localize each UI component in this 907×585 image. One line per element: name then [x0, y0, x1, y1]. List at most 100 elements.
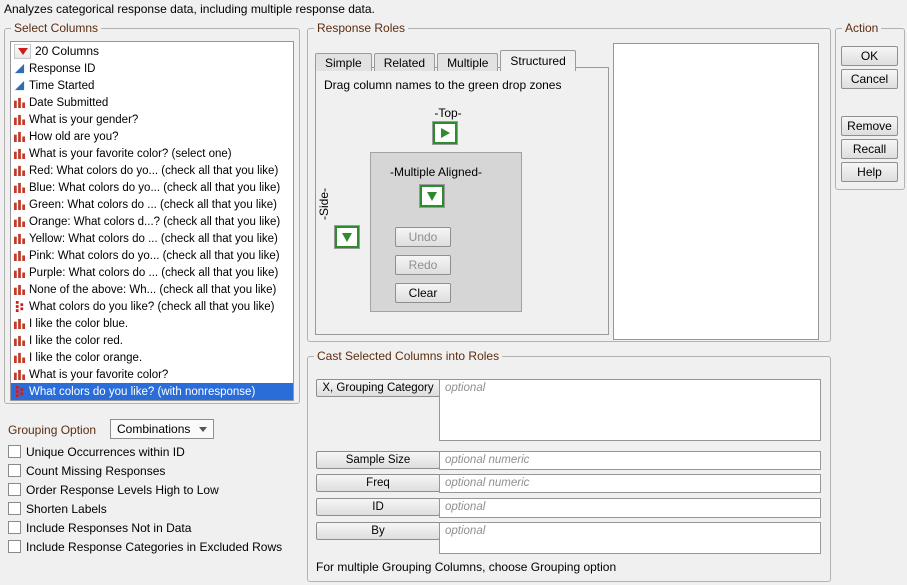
red-triangle-menu-button[interactable] [14, 44, 31, 59]
multiple-response-column-icon [14, 301, 25, 312]
checkbox-label: Count Missing Responses [26, 464, 165, 478]
checkbox[interactable] [8, 521, 21, 534]
column-item[interactable]: What colors do you like? (with nonrespon… [11, 383, 293, 400]
aligned-drop-zone[interactable] [420, 185, 444, 207]
multiple-aligned-box: -Multiple Aligned- Undo Redo Clear [370, 152, 522, 312]
response-roles-list[interactable] [613, 43, 819, 340]
column-item[interactable]: I like the color red. [11, 332, 293, 349]
continuous-column-icon [14, 80, 25, 91]
green-down-triangle-icon [342, 233, 352, 242]
column-item-label: I like the color red. [29, 335, 123, 347]
freq-button[interactable]: Freq [316, 474, 440, 492]
red-triangle-icon [18, 48, 28, 55]
column-item[interactable]: Time Started [11, 77, 293, 94]
column-item-label: I like the color blue. [29, 318, 128, 330]
checkbox-label: Unique Occurrences within ID [26, 445, 185, 459]
grouping-checkbox-row[interactable]: Count Missing Responses [8, 464, 282, 477]
checkbox[interactable] [8, 445, 21, 458]
clear-button[interactable]: Clear [395, 283, 451, 303]
column-item[interactable]: Orange: What colors d...? (check all tha… [11, 213, 293, 230]
x-grouping-category-button[interactable]: X, Grouping Category [316, 379, 440, 397]
grouping-checkbox-row[interactable]: Include Responses Not in Data [8, 521, 282, 534]
column-item[interactable]: Date Submitted [11, 94, 293, 111]
column-item-label: None of the above: Wh... (check all that… [29, 284, 276, 296]
column-item[interactable]: Response ID [11, 60, 293, 77]
grouping-option-select[interactable]: Combinations [110, 419, 214, 439]
side-drop-zone[interactable] [335, 226, 359, 248]
structured-tab-panel: Drag column names to the green drop zone… [315, 67, 609, 335]
sample-size-button[interactable]: Sample Size [316, 451, 440, 469]
column-items: Response IDTime Started Date Submitted Wha… [11, 60, 293, 400]
column-item[interactable]: What colors do you like? (check all that… [11, 298, 293, 315]
column-item-label: What is your favorite color? (select one… [29, 148, 232, 160]
grouping-checkbox-row[interactable]: Unique Occurrences within ID [8, 445, 282, 458]
cast-roles-group: Cast Selected Columns into Roles X, Grou… [307, 356, 831, 582]
x-grouping-category-box[interactable]: optional [439, 379, 821, 441]
column-item[interactable]: I like the color blue. [11, 315, 293, 332]
checkbox[interactable] [8, 502, 21, 515]
grouping-checkbox-row[interactable]: Include Response Categories in Excluded … [8, 540, 282, 553]
column-item[interactable]: Blue: What colors do yo... (check all th… [11, 179, 293, 196]
column-item[interactable]: Pink: What colors do yo... (check all th… [11, 247, 293, 264]
by-box[interactable]: optional [439, 522, 821, 554]
column-item[interactable]: Purple: What colors do ... (check all th… [11, 264, 293, 281]
response-roles-tabs: Simple Related Multiple Structured [315, 50, 578, 71]
nominal-column-icon [14, 182, 25, 193]
column-item[interactable]: What is your favorite color? [11, 366, 293, 383]
column-item-label: Red: What colors do yo... (check all tha… [29, 165, 278, 177]
remove-button[interactable]: Remove [841, 116, 898, 136]
tab-related[interactable]: Related [374, 53, 435, 71]
column-list[interactable]: 20 Columns Response IDTime Started Date S… [10, 41, 294, 401]
checkbox-label: Include Responses Not in Data [26, 521, 191, 535]
freq-box[interactable]: optional numeric [439, 474, 821, 493]
column-item[interactable]: None of the above: Wh... (check all that… [11, 281, 293, 298]
column-item-label: Green: What colors do ... (check all tha… [29, 199, 277, 211]
nominal-column-icon [14, 114, 25, 125]
checkbox[interactable] [8, 464, 21, 477]
cast-footer-note: For multiple Grouping Columns, choose Gr… [316, 560, 616, 574]
nominal-column-icon [14, 369, 25, 380]
grouping-checkboxes: Unique Occurrences within ID Count Missin… [8, 445, 282, 553]
nominal-column-icon [14, 233, 25, 244]
undo-button[interactable]: Undo [395, 227, 451, 247]
column-item[interactable]: What is your favorite color? (select one… [11, 145, 293, 162]
redo-button[interactable]: Redo [395, 255, 451, 275]
id-box[interactable]: optional [439, 498, 821, 518]
checkbox-label: Include Response Categories in Excluded … [26, 540, 282, 554]
tab-simple[interactable]: Simple [315, 53, 372, 71]
grouping-checkbox-row[interactable]: Order Response Levels High to Low [8, 483, 282, 496]
tab-multiple[interactable]: Multiple [437, 53, 498, 71]
nominal-column-icon [14, 250, 25, 261]
checkbox-label: Order Response Levels High to Low [26, 483, 219, 497]
column-item-label: What is your gender? [29, 114, 138, 126]
checkbox[interactable] [8, 540, 21, 553]
column-item-label: Date Submitted [29, 97, 108, 109]
column-item-label: Purple: What colors do ... (check all th… [29, 267, 278, 279]
recall-button[interactable]: Recall [841, 139, 898, 159]
nominal-column-icon [14, 97, 25, 108]
categorical-launch-dialog: Analyzes categorical response data, incl… [0, 0, 907, 585]
id-button[interactable]: ID [316, 498, 440, 516]
column-item[interactable]: What is your gender? [11, 111, 293, 128]
columns-count-label: 20 Columns [35, 44, 99, 58]
sample-size-box[interactable]: optional numeric [439, 451, 821, 470]
checkbox[interactable] [8, 483, 21, 496]
column-item-label: How old are you? [29, 131, 119, 143]
top-drop-zone[interactable] [433, 122, 457, 144]
grouping-checkbox-row[interactable]: Shorten Labels [8, 502, 282, 515]
column-item[interactable]: How old are you? [11, 128, 293, 145]
nominal-column-icon [14, 216, 25, 227]
column-item[interactable]: Yellow: What colors do ... (check all th… [11, 230, 293, 247]
by-button[interactable]: By [316, 522, 440, 540]
cancel-button[interactable]: Cancel [841, 69, 898, 89]
tab-structured[interactable]: Structured [500, 50, 575, 71]
help-button[interactable]: Help [841, 162, 898, 182]
multiple-aligned-label: -Multiple Aligned- [371, 165, 501, 179]
column-item[interactable]: Red: What colors do yo... (check all tha… [11, 162, 293, 179]
drag-instruction: Drag column names to the green drop zone… [324, 78, 561, 92]
column-item[interactable]: Green: What colors do ... (check all tha… [11, 196, 293, 213]
select-columns-group: Select Columns 20 Columns Response IDTim… [4, 28, 300, 404]
column-item-label: What colors do you like? (with nonrespon… [29, 386, 255, 398]
ok-button[interactable]: OK [841, 46, 898, 66]
column-item[interactable]: I like the color orange. [11, 349, 293, 366]
